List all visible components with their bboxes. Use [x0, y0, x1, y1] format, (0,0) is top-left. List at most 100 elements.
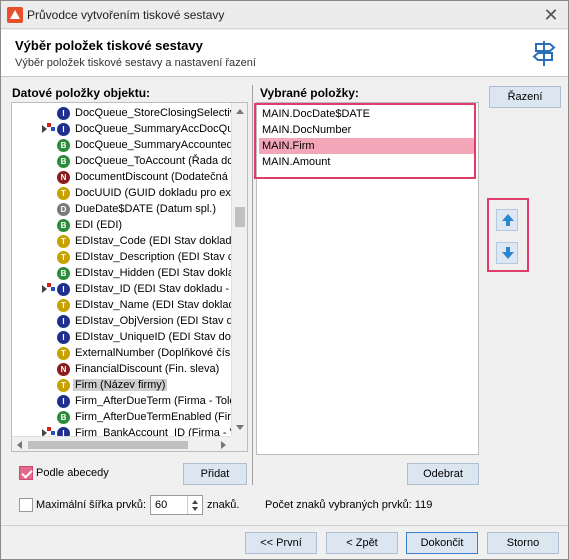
annotation-box-selected — [254, 103, 476, 179]
tree-horizontal-scrollbar[interactable] — [12, 436, 231, 451]
first-button[interactable]: << První — [245, 532, 317, 554]
window-title: Průvodce vytvořením tiskové sestavy — [27, 8, 225, 22]
tree-item[interactable]: B EDIstav_Hidden (EDI Stav doklad — [12, 265, 240, 281]
tree-item[interactable]: T ExternalNumber (Doplňkové čísl — [12, 345, 234, 361]
wizard-header: Výběr položek tiskové sestavy Výběr polo… — [1, 30, 568, 77]
selected-items-label: Vybrané položky: — [260, 86, 359, 100]
scroll-thumb[interactable] — [235, 207, 245, 227]
field-type-icon: I — [57, 395, 70, 408]
field-type-icon: I — [57, 107, 70, 120]
tree-item[interactable]: I DocQueue_SummaryAccDocQue — [12, 121, 239, 137]
scroll-right-icon[interactable] — [221, 441, 226, 449]
wizard-window: Průvodce vytvořením tiskové sestavy ✕ Vý… — [0, 0, 569, 560]
data-items-label: Datové položky objektu: — [12, 86, 151, 100]
tree-item-label: EDIstav_Hidden (EDI Stav doklad — [75, 267, 241, 279]
data-items-tree[interactable]: I Firm_BankAccount_ID (Firma - V B Firm_Aft… — [11, 102, 248, 452]
field-type-icon: B — [57, 139, 70, 152]
tree-item[interactable]: B DocQueue_SummaryAccounted — [12, 137, 234, 153]
tree-item[interactable]: I Firm_AfterDueTerm (Firma - Tole — [12, 393, 236, 409]
alphabetical-checkbox[interactable] — [19, 466, 33, 480]
remove-button[interactable]: Odebrat — [407, 463, 479, 485]
relation-key-icon — [47, 282, 55, 291]
tree-item-label: ExternalNumber (Doplňkové čísl — [75, 347, 233, 359]
field-type-icon: T — [57, 235, 70, 248]
max-width-label: Maximální šířka prvků: — [36, 499, 147, 511]
max-width-value[interactable]: 60 — [155, 499, 167, 511]
tree-item-label: EDIstav_ObjVersion (EDI Stav do — [75, 315, 239, 327]
page-subtitle: Výběr položek tiskové sestavy a nastaven… — [15, 57, 256, 69]
field-type-icon: T — [57, 187, 70, 200]
alphabetical-label: Podle abecedy — [36, 467, 109, 479]
field-type-icon: T — [57, 379, 70, 392]
close-icon[interactable]: ✕ — [541, 5, 561, 25]
field-type-icon: I — [57, 331, 70, 344]
move-down-button[interactable] — [496, 242, 518, 264]
field-type-icon: T — [57, 251, 70, 264]
scroll-left-icon[interactable] — [17, 441, 22, 449]
relation-key-icon — [47, 426, 55, 435]
tree-item[interactable]: I EDIstav_UniqueID (EDI Stav dok — [12, 329, 236, 345]
field-type-icon: B — [57, 155, 70, 168]
tree-item-label: DocQueue_ToAccount (Řada do — [75, 155, 234, 167]
footer-divider — [1, 525, 568, 526]
tree-item-label: EDIstav_Name (EDI Stav doklad — [75, 299, 235, 311]
tree-item[interactable]: I EDIstav_ID (EDI Stav dokladu - — [12, 281, 234, 297]
tree-item-label: DocQueue_SummaryAccounted — [75, 139, 233, 151]
tree-item[interactable]: T EDIstav_Name (EDI Stav doklad — [12, 297, 235, 313]
field-type-icon: I — [57, 123, 70, 136]
field-type-icon: N — [57, 363, 70, 376]
max-width-checkbox[interactable] — [19, 498, 33, 512]
stepper-down-icon[interactable] — [192, 507, 198, 511]
tree-item[interactable]: D DueDate$DATE (Datum spl.) — [12, 201, 234, 217]
tree-item[interactable]: T EDIstav_Code (EDI Stav doklad — [12, 233, 234, 249]
add-button[interactable]: Přidat — [183, 463, 247, 485]
scroll-thumb-horizontal[interactable] — [28, 441, 188, 449]
signpost-icon — [532, 41, 556, 66]
scroll-up-icon[interactable] — [236, 109, 244, 114]
back-button[interactable]: < Zpět — [326, 532, 398, 554]
page-title: Výběr položek tiskové sestavy — [15, 38, 203, 53]
tree-item[interactable]: N FinancialDiscount (Fin. sleva) — [12, 361, 234, 377]
arrow-down-icon — [502, 247, 514, 259]
sort-button[interactable]: Řazení — [489, 86, 561, 108]
tree-vertical-scrollbar[interactable] — [231, 103, 247, 436]
field-type-icon: T — [57, 299, 70, 312]
field-type-icon: D — [57, 203, 70, 216]
tree-item[interactable]: I DocQueue_StoreClosingSelectiv — [12, 105, 235, 121]
chars-label: znaků. — [207, 499, 240, 511]
tree-item[interactable]: T Firm (Název firmy) — [12, 377, 234, 393]
cancel-button[interactable]: Storno — [487, 532, 559, 554]
tree-item-label: Firm (Název firmy) — [73, 379, 168, 391]
selected-count-text: Počet znaků vybraných prvků: 119 — [265, 499, 433, 511]
move-up-button[interactable] — [496, 209, 518, 231]
tree-item-label: Firm_AfterDueTermEnabled (Firm — [75, 411, 241, 423]
relation-key-icon — [47, 122, 55, 131]
field-type-icon: B — [57, 219, 70, 232]
tree-item-label: DocumentDiscount (Dodatečná s — [75, 171, 237, 183]
stepper-divider — [187, 496, 188, 514]
tree-item-label: FinancialDiscount (Fin. sleva) — [75, 363, 220, 375]
tree-item[interactable]: B EDI (EDI) — [12, 217, 234, 233]
tree-item-label: EDIstav_Code (EDI Stav doklad — [75, 235, 232, 247]
field-type-icon: N — [57, 171, 70, 184]
tree-item[interactable]: B DocQueue_ToAccount (Řada do — [12, 153, 234, 169]
scrollbar-corner — [231, 436, 247, 451]
tree-item-label: DocUUID (GUID dokladu pro exp — [75, 187, 238, 199]
panel-divider — [252, 85, 253, 485]
field-type-icon: B — [57, 267, 70, 280]
tree-item[interactable]: T EDIstav_Description (EDI Stav c — [12, 249, 234, 265]
tree-item-label: EDIstav_Description (EDI Stav c — [75, 251, 234, 263]
tree-item[interactable]: N DocumentDiscount (Dodatečná s — [12, 169, 237, 185]
tree-item[interactable]: T DocUUID (GUID dokladu pro exp — [12, 185, 238, 201]
finish-button[interactable]: Dokončit — [406, 532, 478, 554]
max-width-stepper[interactable]: 60 — [150, 495, 203, 515]
title-bar: Průvodce vytvořením tiskové sestavy ✕ — [1, 1, 568, 29]
stepper-up-icon[interactable] — [192, 500, 198, 504]
scroll-down-icon[interactable] — [236, 425, 244, 430]
app-logo-icon — [7, 7, 23, 23]
tree-item[interactable]: I EDIstav_ObjVersion (EDI Stav do — [12, 313, 239, 329]
tree-item-label: Firm_AfterDueTerm (Firma - Tole — [75, 395, 236, 407]
tree-item-label: DocQueue_SummaryAccDocQue — [75, 123, 240, 135]
field-type-icon: I — [57, 283, 70, 296]
tree-item[interactable]: B Firm_AfterDueTermEnabled (Firm — [12, 409, 240, 425]
